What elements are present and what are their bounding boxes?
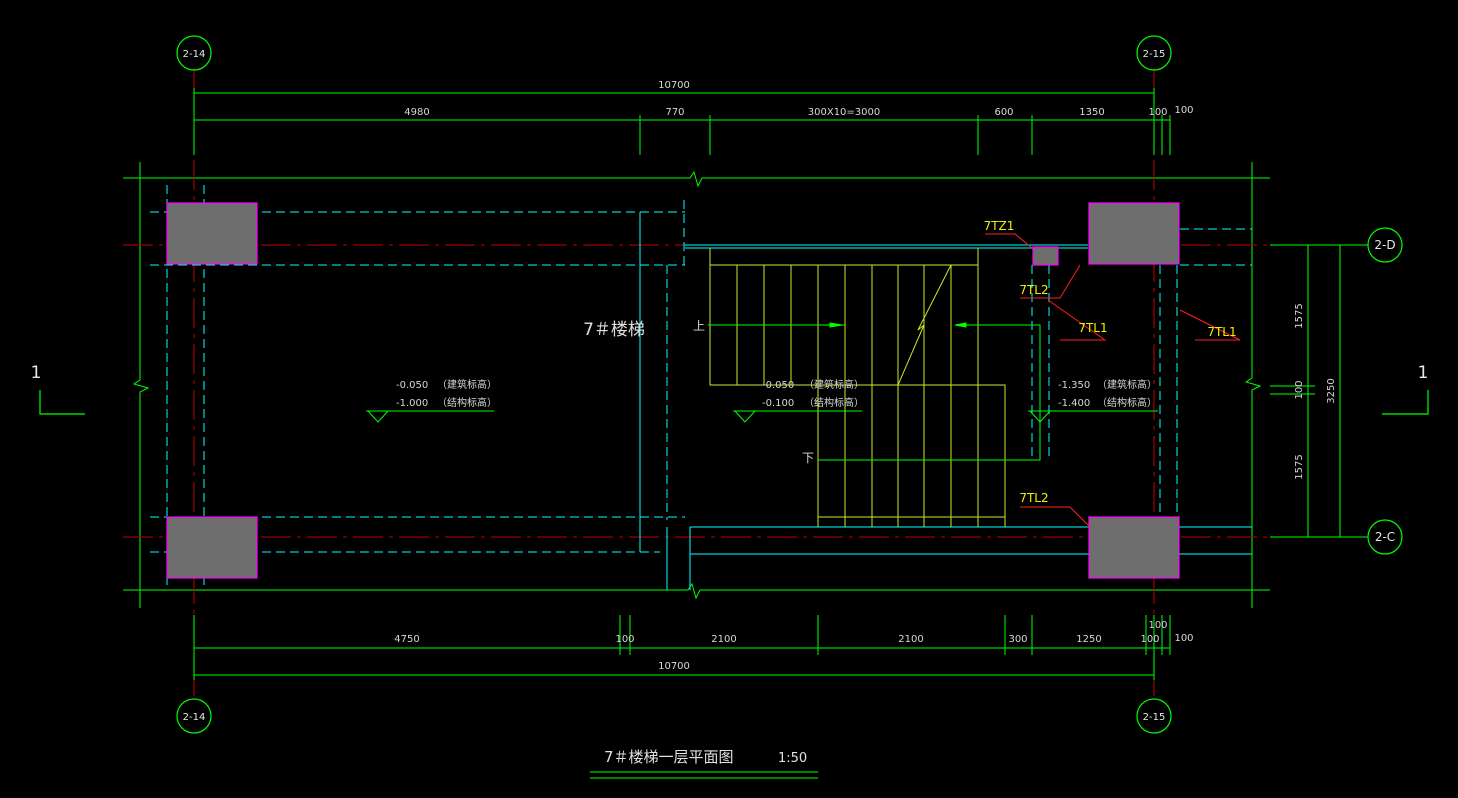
down-label: 下 — [802, 451, 814, 465]
column-bottom-right — [1088, 516, 1180, 579]
label-tl1-mid: 7TL1 — [1078, 321, 1107, 335]
top-dim-5: 1350 — [1079, 107, 1104, 118]
column-bottom-left — [166, 516, 258, 579]
top-dim-3: 300X10=3000 — [808, 107, 881, 118]
elev-mid-struct-note: （结构标高） — [804, 396, 864, 409]
right-dimension-lines — [1270, 244, 1368, 538]
column-tz1 — [1032, 246, 1059, 266]
elev-right-struct: -1.400 — [1058, 398, 1090, 409]
stair-plan-drawing: 2-14 2-15 2-14 2-15 2-D 2-C 10700 4980 7… — [31, 35, 1429, 779]
grid-label-right-bottom: 2-C — [1375, 530, 1395, 544]
label-tl1-right: 7TL1 — [1207, 325, 1236, 339]
bottom-dim-4: 2100 — [898, 634, 923, 645]
column-top-right — [1088, 202, 1180, 265]
drawing-scale: 1:50 — [778, 751, 807, 766]
grid-label-bottom-left: 2-14 — [183, 712, 206, 723]
elev-left-arch-note: （建筑标高） — [437, 378, 497, 391]
down-arrowhead — [954, 322, 967, 328]
column-top-left — [166, 202, 258, 265]
bottom-dim-7: 100 — [1140, 634, 1159, 645]
top-dim-overall: 10700 — [658, 80, 690, 91]
elev-left-struct: -1.000 — [396, 398, 428, 409]
section-mark-right: 1 — [1418, 363, 1429, 383]
columns — [166, 202, 1180, 579]
top-dim-6: 100 — [1148, 107, 1167, 118]
elev-right-arch-note: （建筑标高） — [1097, 378, 1157, 391]
right-dim-1: 1575 — [1294, 303, 1305, 328]
elevation-markers — [366, 410, 1158, 423]
grid-label-bottom-right: 2-15 — [1143, 712, 1166, 723]
elev-left-arch: -0.050 — [396, 380, 428, 391]
section-mark-left: 1 — [31, 363, 42, 383]
top-dim-4: 600 — [994, 107, 1013, 118]
bottom-dim-overall: 10700 — [658, 661, 690, 672]
grid-label-top-left: 2-14 — [183, 49, 206, 60]
up-label: 上 — [693, 319, 705, 333]
drawing-title: 7＃楼梯一层平面图 — [604, 748, 734, 766]
stair-name: 7＃楼梯 — [583, 320, 645, 340]
grid-label-right-top: 2-D — [1374, 238, 1395, 252]
elev-mid-arch-note: （建筑标高） — [804, 378, 864, 391]
top-dim-1: 4980 — [404, 107, 429, 118]
bottom-dim-2: 100 — [615, 634, 634, 645]
section-marks — [39, 390, 1429, 415]
top-dim-7: 100 — [1174, 105, 1193, 116]
bottom-dim-9: 100 — [1174, 633, 1193, 644]
elev-right-struct-note: （结构标高） — [1097, 396, 1157, 409]
walk-arrows — [708, 322, 1041, 461]
elev-right-arch: -1.350 — [1058, 380, 1090, 391]
right-dim-3: 1575 — [1294, 454, 1305, 479]
top-dim-2: 770 — [665, 107, 684, 118]
grid-label-top-right: 2-15 — [1143, 49, 1166, 60]
bottom-dim-1: 4750 — [394, 634, 419, 645]
label-tz1: 7TZ1 — [984, 219, 1015, 233]
elev-mid-arch: -0.050 — [762, 380, 794, 391]
elev-mid-struct: -0.100 — [762, 398, 794, 409]
title-underline — [590, 771, 818, 779]
label-tl2-top: 7TL2 — [1019, 283, 1048, 297]
top-dimension-lines — [193, 88, 1171, 155]
up-arrowhead — [829, 322, 843, 328]
elev-left-struct-note: （结构标高） — [437, 396, 497, 409]
bottom-dim-5: 300 — [1008, 634, 1027, 645]
label-tl2-bottom: 7TL2 — [1019, 491, 1048, 505]
right-dim-2: 100 — [1294, 380, 1305, 399]
right-dim-overall: 3250 — [1326, 378, 1337, 403]
bottom-dim-3: 2100 — [711, 634, 736, 645]
bottom-dim-8: 100 — [1148, 620, 1167, 631]
bottom-dim-6: 1250 — [1076, 634, 1101, 645]
